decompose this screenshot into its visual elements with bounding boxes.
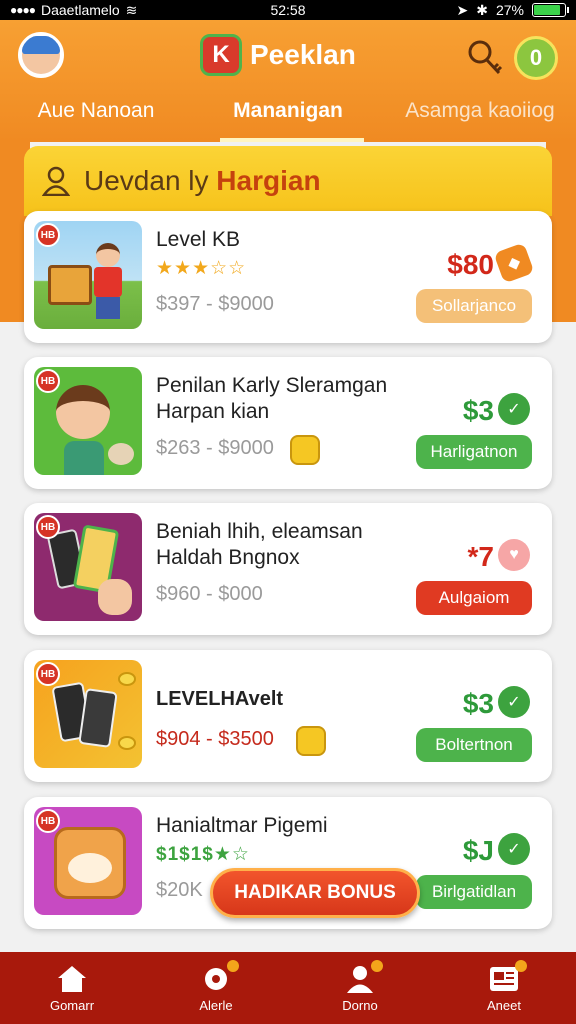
bottom-nav: Gomarr Alerle Dorno Aneet bbox=[0, 952, 576, 1024]
gear-icon bbox=[199, 959, 239, 994]
battery-percent: 27% bbox=[495, 2, 524, 18]
card-price: *7 bbox=[467, 541, 494, 572]
product-card-1[interactable]: HB Level KB ★★★☆☆ $397 - $9000 $80 ◆ Sol… bbox=[24, 211, 552, 343]
hot-badge-icon: HB bbox=[36, 809, 60, 833]
coin-badge[interactable]: 0 bbox=[514, 36, 558, 80]
card-price-range: $20K bbox=[156, 879, 203, 901]
bear-cube-image: HB bbox=[34, 807, 142, 915]
tag-icon: ◆ bbox=[493, 242, 535, 284]
phones-coins-image: HB bbox=[34, 660, 142, 768]
bluetooth-icon: ✱ bbox=[476, 1, 488, 18]
nav-label: Aneet bbox=[487, 997, 521, 1013]
tab-2[interactable]: Mananigan bbox=[192, 92, 384, 142]
nav-item-profile[interactable]: Dorno bbox=[288, 952, 432, 1024]
wifi-icon: ≋ bbox=[125, 1, 138, 18]
card-action-button[interactable]: Birlgatidlan bbox=[416, 875, 532, 909]
product-card-2[interactable]: HB Penilan Karly Sleramgan Harpan kian $… bbox=[24, 357, 552, 489]
card-price: $J bbox=[462, 835, 494, 866]
nav-label: Gomarr bbox=[49, 997, 95, 1013]
card-price: $80 bbox=[447, 249, 494, 280]
avatar[interactable] bbox=[18, 32, 64, 78]
card-title: LEVELHAvelt bbox=[156, 688, 284, 710]
nav-item-news[interactable]: Aneet bbox=[432, 952, 576, 1024]
status-bar: ●●●● Daaetlamelo ≋ 52:58 ➤ ✱ 27% bbox=[0, 0, 576, 20]
section-header: Uevdan ly Hargian bbox=[24, 146, 552, 216]
card-title: Beniah lhih, eleamsan Haldah Bngnox bbox=[156, 520, 363, 569]
person-icon bbox=[42, 166, 70, 196]
notification-dot bbox=[227, 959, 239, 972]
product-card-4[interactable]: HB LEVELHAvelt $904 - $3500 $3 ✓ Boltert… bbox=[24, 650, 552, 782]
battery-icon bbox=[532, 3, 569, 17]
tab-bar: Aue Nanoan Mananigan Asamga kaoiiog bbox=[0, 92, 576, 142]
card-rating: ★★★☆☆ bbox=[156, 258, 247, 279]
home-icon bbox=[58, 965, 86, 992]
carrier-name: Daaetlamelo bbox=[41, 2, 120, 18]
boy-with-dog-image: HB bbox=[34, 367, 142, 475]
card-action-button[interactable]: Harligatnon bbox=[416, 435, 532, 469]
location-icon: ➤ bbox=[456, 1, 469, 18]
bonus-button[interactable]: HADIKAR BONUS bbox=[210, 868, 420, 918]
logo-icon: K bbox=[200, 34, 242, 76]
nav-label: Dorno bbox=[342, 997, 378, 1013]
brand: K Peeklan bbox=[200, 34, 356, 76]
news-icon bbox=[487, 959, 527, 994]
profile-icon bbox=[343, 959, 383, 994]
toy-icon bbox=[290, 435, 320, 465]
card-price-range: $904 - $3500 bbox=[156, 728, 274, 750]
avatar-face bbox=[22, 36, 60, 74]
battery-level bbox=[534, 5, 560, 15]
card-price-range: $960 - $000 bbox=[156, 583, 263, 605]
check-icon: ✓ bbox=[498, 393, 530, 425]
key-icon[interactable] bbox=[466, 38, 504, 78]
hot-badge-icon: HB bbox=[36, 662, 60, 686]
card-rating: $1$1$★☆ bbox=[156, 844, 250, 865]
nav-item-home[interactable]: Gomarr bbox=[0, 952, 144, 1024]
card-action-button[interactable]: Boltertnon bbox=[416, 728, 532, 762]
phones-hand-image: HB bbox=[34, 513, 142, 621]
product-card-3[interactable]: HB Beniah lhih, eleamsan Haldah Bngnox $… bbox=[24, 503, 552, 635]
signal-icon: ●●●● bbox=[10, 3, 36, 17]
card-price-range: $263 - $9000 bbox=[156, 437, 274, 459]
card-price: $3 bbox=[462, 395, 494, 426]
heart-icon: ♥ bbox=[498, 539, 530, 571]
card-action-button[interactable]: Aulgaiom bbox=[416, 581, 532, 615]
section-title: Uevdan ly Hargian bbox=[84, 165, 321, 197]
check-icon: ✓ bbox=[498, 833, 530, 865]
check-icon: ✓ bbox=[498, 686, 530, 718]
notification-dot bbox=[371, 959, 383, 972]
card-title: Penilan Karly Sleramgan Harpan kian bbox=[156, 374, 388, 423]
section-title-lead: Uevdan ly bbox=[84, 165, 209, 196]
hot-badge-icon: HB bbox=[36, 223, 60, 247]
card-title: Hanialtmar Pigemi bbox=[156, 814, 328, 837]
tab-3[interactable]: Asamga kaoiiog bbox=[384, 92, 576, 142]
card-action-button[interactable]: Sollarjanco bbox=[416, 289, 532, 323]
card-price-range: $397 - $9000 bbox=[156, 293, 274, 315]
hot-badge-icon: HB bbox=[36, 515, 60, 539]
card-price: $3 bbox=[462, 688, 494, 719]
notification-dot bbox=[515, 959, 527, 972]
hot-badge-icon: HB bbox=[36, 369, 60, 393]
nav-label: Alerle bbox=[199, 997, 233, 1013]
section-title-highlight: Hargian bbox=[216, 165, 321, 196]
card-title: Level KB bbox=[156, 228, 241, 251]
toy-icon bbox=[296, 726, 326, 756]
app-header: K Peeklan 0 Aue Nanoan Mananigan Asamga … bbox=[0, 20, 576, 142]
tab-1[interactable]: Aue Nanoan bbox=[0, 92, 192, 142]
app-title: Peeklan bbox=[250, 39, 356, 70]
nav-item-alerts[interactable]: Alerle bbox=[144, 952, 288, 1024]
kid-with-board-image: HB bbox=[34, 221, 142, 329]
